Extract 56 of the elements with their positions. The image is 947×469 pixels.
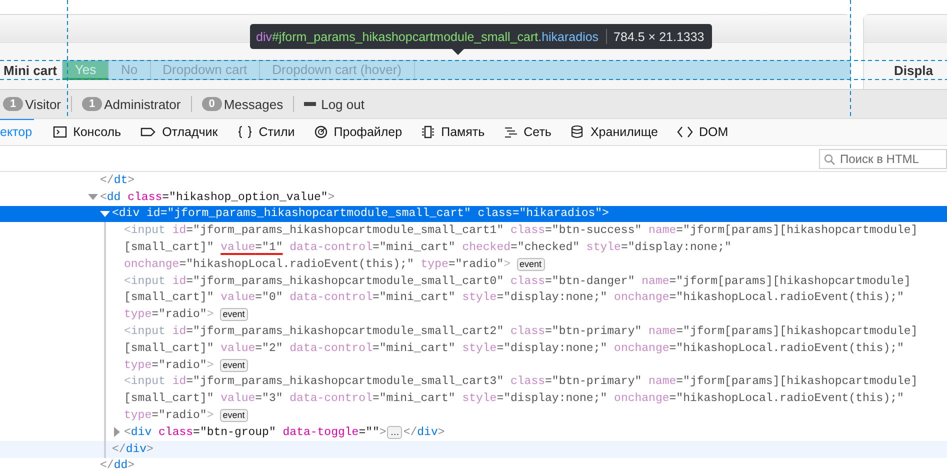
devtools-tab[interactable]: Консоль [53,118,122,145]
gauge-icon [314,124,328,138]
field-label: Mini cart [2,62,58,78]
event-badge[interactable]: event [220,409,248,422]
count-badge: 1 [3,97,24,111]
ellipsis-badge[interactable]: … [387,426,402,439]
braces-icon [236,124,253,138]
code-line: onchange="hikashopLocal.radioEvent(this);" type="radio"> [124,258,510,271]
code-line: type="radio"> [124,409,214,422]
code-line: <input id="jform_params_hikashopcartmodule_small_cart2" class="btn-primary" name="jform[params][hikashopcartmodule] [124,325,918,338]
count-badge: 1 [82,97,102,111]
event-badge[interactable]: event [516,258,545,271]
search-icon [824,154,835,164]
disclosure-triangle-icon[interactable] [112,427,122,438]
status-link[interactable]: Messages [224,96,284,112]
devtools-tab[interactable]: Профайлер [314,118,402,145]
event-badge[interactable]: event [220,358,248,372]
selector-text: div#jform_params_hikashopcartmodule_small_cart.hikaradios [256,30,599,44]
status-link[interactable]: Administrator [104,96,181,112]
code-line: <div class="btn-group" data-toggle=""> [124,426,386,439]
code-line: <dd class="hikashop_option_value"> [100,190,335,204]
devtools-tab[interactable]: Память [421,118,485,145]
devtools-tab[interactable]: Хранилище [570,118,658,145]
devtools-tab[interactable]: Отладчик [140,118,218,145]
chip-icon [421,124,436,138]
code-line: </div> [112,442,154,456]
status-link[interactable]: Visitor [25,96,62,112]
code-line: </dd> [100,459,135,469]
devtools-tab[interactable]: Стили [236,118,295,145]
disclosure-triangle-icon[interactable] [88,192,98,202]
code-line: </div> [403,426,445,439]
search-field[interactable]: Поиск в HTML [819,148,947,168]
minus-icon [304,102,316,106]
code-line: type="radio"> [124,308,214,322]
code-line: [small_cart]" value="0" data-control="mini_cart" style="display:none;" onchange="hikashopLocal.radioEvent(this);" [124,291,904,304]
database-icon [570,124,584,138]
code-line: type="radio"> [124,358,214,372]
network-icon [504,124,518,138]
disclosure-triangle-icon[interactable] [100,208,110,219]
code-line: <div id="jform_params_hikashopcartmodule_small_cart" class="hikaradios"> [112,207,609,220]
code-line: <input id="jform_params_hikashopcartmodule_small_cart1" class="btn-success" name="jform[params][hikashopcartmodule] [124,224,918,238]
code-icon [676,124,693,138]
code-line: <input id="jform_params_hikashopcartmodule_small_cart0" class="btn-danger" name="jform[params][hikashopcartmodule] [124,274,911,288]
code-line: <input id="jform_params_hikashopcartmodule_small_cart3" class="btn-primary" name="jform[params][hikashopcartmodule] [124,375,918,388]
event-badge[interactable]: event [220,308,248,322]
code-line: [small_cart]" value="2" data-control="mini_cart" style="display:none;" onchange="hikashopLocal.radioEvent(this);" [124,342,904,355]
code-line: </dt> [100,174,135,187]
logout-link[interactable]: Log out [321,96,364,112]
code-line: [small_cart]" value="1" data-control="mini_cart" checked="checked" style="display:none;" [124,241,732,254]
size-text: 784.5 × 21.1333 [614,30,704,44]
count-badge: 0 [202,97,222,111]
devtools-tab[interactable]: Сеть [504,118,552,145]
code-line: [small_cart]" value="3" data-control="mini_cart" style="display:none;" onchange="hikashopLocal.radioEvent(this);" [124,392,904,406]
console-icon [53,124,68,138]
devtools-tab[interactable]: DOM [676,118,728,145]
field-label: Displa [893,62,934,78]
